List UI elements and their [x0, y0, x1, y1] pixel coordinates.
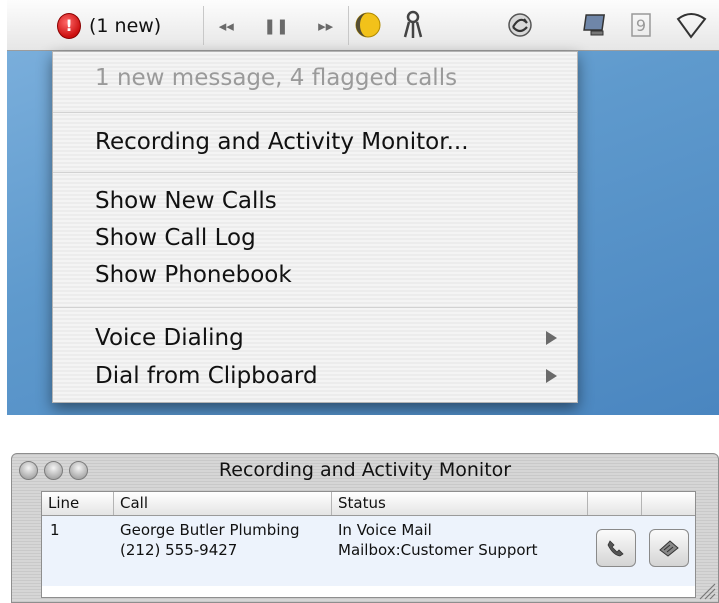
menu-status-line: 1 new message, 4 flagged calls	[95, 62, 557, 94]
cell-line: 1	[50, 521, 60, 539]
keychain-icon[interactable]	[397, 9, 429, 41]
menu-item-label: Show Call Log	[95, 225, 256, 251]
caller-name: George Butler Plumbing	[120, 521, 300, 539]
menu-item-label: Dial from Clipboard	[95, 363, 318, 389]
display-icon[interactable]	[580, 9, 612, 41]
screenshot-stage: ! (1 new) ◂◂ ❚❚ ▸▸ 9 1 new message, 4 fl…	[0, 0, 719, 603]
menu-item-recording-monitor[interactable]: Recording and Activity Monitor...	[95, 126, 557, 158]
menu-item-show-phonebook[interactable]: Show Phonebook	[95, 259, 557, 291]
menu-separator	[53, 172, 577, 173]
new-calls-status[interactable]: (1 new)	[89, 15, 161, 37]
airport-icon[interactable]	[675, 9, 707, 41]
phone-app-icon[interactable]: !	[57, 12, 81, 39]
submenu-arrow-icon	[546, 331, 557, 345]
window-title: Recording and Activity Monitor	[218, 459, 512, 481]
table-row[interactable]: 1 George Butler Plumbing (212) 555-9427 …	[42, 516, 695, 586]
menu-item-label: Recording and Activity Monitor...	[95, 129, 469, 155]
calls-table: Line Call Status 1 George Butler Plumbin…	[41, 491, 696, 598]
menu-item-label: Show Phonebook	[95, 262, 292, 288]
submenu-arrow-icon	[546, 369, 557, 383]
menu-item-label: Show New Calls	[95, 188, 277, 214]
column-header-status[interactable]: Status	[332, 492, 588, 515]
column-header-action-1	[588, 492, 642, 515]
status-detail: Mailbox:Customer Support	[338, 541, 538, 559]
desktop-background: ! (1 new) ◂◂ ❚❚ ▸▸ 9 1 new message, 4 fl…	[7, 0, 719, 415]
phone-icon-glyph: !	[65, 16, 73, 35]
menu-separator	[53, 307, 577, 308]
column-header-call[interactable]: Call	[114, 492, 332, 515]
table-header: Line Call Status	[42, 492, 695, 516]
resize-grip-icon[interactable]	[694, 578, 716, 600]
cell-status: In Voice Mail Mailbox:Customer Support	[338, 520, 538, 560]
menu-item-voice-dialing[interactable]: Voice Dialing	[95, 322, 557, 354]
rewind-button[interactable]: ◂◂	[219, 17, 234, 35]
activity-monitor-window: Recording and Activity Monitor Line Call…	[11, 453, 719, 603]
menu-item-dial-from-clipboard[interactable]: Dial from Clipboard	[95, 360, 557, 392]
menu-item-show-new-calls[interactable]: Show New Calls	[95, 185, 557, 217]
fast-forward-button[interactable]: ▸▸	[318, 17, 333, 35]
menu-status-text: 1 new message, 4 flagged calls	[95, 65, 458, 91]
menubar: ! (1 new) ◂◂ ❚❚ ▸▸ 9	[7, 0, 719, 51]
pickup-handset-button[interactable]	[596, 529, 636, 567]
pause-button[interactable]: ❚❚	[263, 17, 288, 35]
status-main: In Voice Mail	[338, 521, 432, 539]
phone-status-item[interactable]: ! (1 new)	[57, 0, 171, 51]
column-header-line[interactable]: Line	[42, 492, 114, 515]
column-header-action-2	[642, 492, 697, 515]
yellow-disc-icon[interactable]	[352, 9, 384, 41]
cell-call: George Butler Plumbing (212) 555-9427	[120, 520, 300, 560]
transport-controls: ◂◂ ❚❚ ▸▸	[203, 6, 349, 45]
window-titlebar[interactable]: Recording and Activity Monitor	[12, 454, 718, 486]
hangup-icon	[659, 540, 679, 557]
handset-icon	[607, 540, 624, 557]
phone-status-menu: 1 new message, 4 flagged calls Recording…	[52, 51, 578, 403]
svg-text:9: 9	[636, 16, 646, 35]
caller-number: (212) 555-9427	[120, 541, 238, 559]
sync-icon[interactable]	[504, 9, 536, 41]
menu-item-label: Voice Dialing	[95, 325, 244, 351]
menu-item-show-call-log[interactable]: Show Call Log	[95, 222, 557, 254]
menu-separator	[53, 112, 577, 113]
number-9-icon[interactable]: 9	[625, 9, 657, 41]
hangup-button[interactable]	[649, 529, 689, 567]
